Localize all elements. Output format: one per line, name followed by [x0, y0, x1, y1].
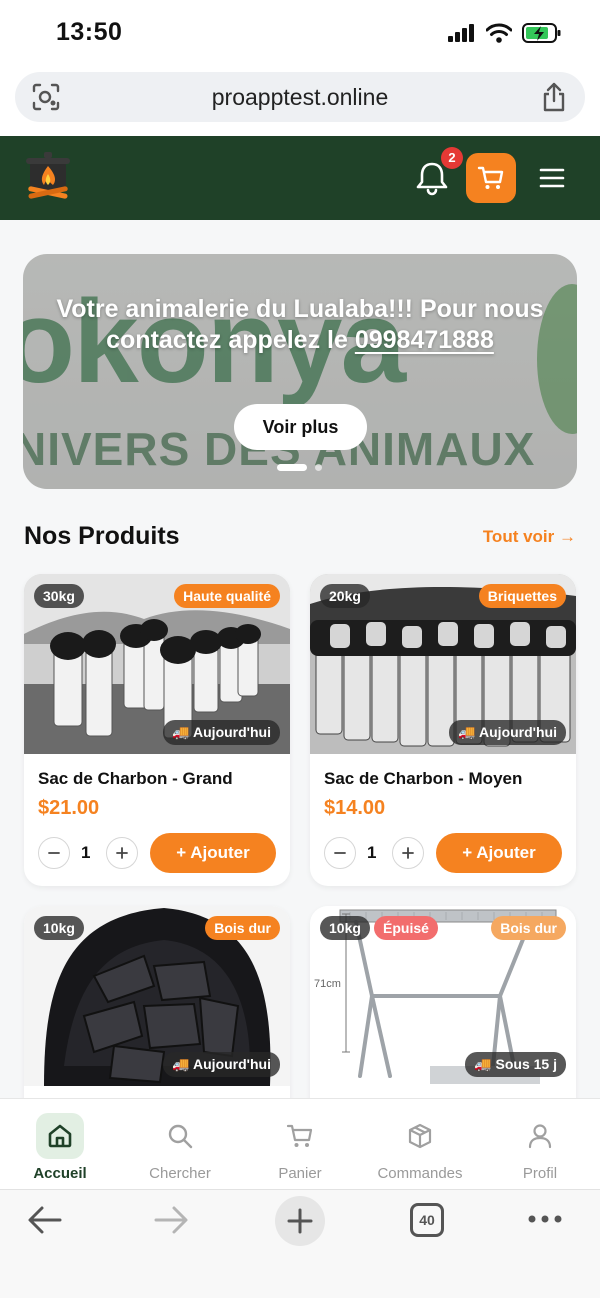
status-bar: 13:50: [0, 0, 600, 70]
status-icons: [448, 22, 562, 44]
product-image[interactable]: 10kg Épuisé Bois dur 🚚 Sous 15 j 71cm: [310, 906, 576, 1086]
signal-icon: [448, 24, 474, 42]
banner-overlay: [23, 254, 577, 489]
section-title: Nos Produits: [24, 522, 180, 550]
back-arrow-icon[interactable]: [26, 1204, 64, 1236]
browser-toolbar: 40: [0, 1189, 600, 1298]
tab-icon-container: [156, 1113, 204, 1159]
product-name[interactable]: Sac de Charbon - Grand: [38, 769, 233, 789]
delivery-badge: 🚚 Aujourd'hui: [163, 1052, 280, 1077]
delivery-badge: 🚚 Aujourd'hui: [163, 720, 280, 745]
tab-icon-container: [36, 1113, 84, 1159]
new-tab-button[interactable]: [275, 1196, 325, 1246]
product-price: $21.00: [38, 797, 100, 819]
quality-badge: Briquettes: [478, 584, 566, 608]
product-image[interactable]: 10kg Bois dur 🚚 Aujourd'hui: [24, 906, 290, 1086]
battery-icon: [522, 23, 561, 43]
product-price: $14.00: [324, 797, 386, 819]
quantity-value: 1: [81, 843, 91, 862]
wifi-icon: [486, 23, 512, 43]
product-card[interactable]: 20kg Briquettes 🚚 Aujourd'hui Sac de Cha…: [310, 574, 576, 886]
quality-badge: Haute qualité: [174, 584, 280, 608]
promo-banner[interactable]: okonya NIVERS DES ANIMAUX Votre animaler…: [23, 254, 577, 489]
tab-count-button[interactable]: 40: [410, 1203, 444, 1237]
minus-icon: [48, 852, 60, 854]
weight-badge: 10kg: [34, 916, 84, 940]
delivery-badge: 🚚 Aujourd'hui: [449, 720, 566, 745]
forward-arrow-icon[interactable]: [152, 1204, 190, 1236]
notification-badge: 2: [441, 147, 463, 169]
tab-icon-container: [276, 1113, 324, 1159]
product-card[interactable]: 30kg Haute qualité 🚚 Aujourd'hui Sac de …: [24, 574, 290, 886]
quantity-value: 1: [367, 843, 377, 862]
weight-badge: 30kg: [34, 584, 84, 608]
menu-icon[interactable]: [538, 164, 566, 192]
minus-icon: [334, 852, 346, 854]
carousel-dot-active[interactable]: [277, 464, 307, 471]
user-icon: [528, 1124, 552, 1149]
cart-icon: [286, 1124, 313, 1147]
tab-label: Panier: [278, 1165, 322, 1182]
header-cart-button[interactable]: [466, 153, 516, 203]
tab-icon-container: [516, 1113, 564, 1159]
tab-label: Chercher: [149, 1165, 211, 1182]
product-card[interactable]: 10kg Épuisé Bois dur 🚚 Sous 15 j 71cm: [310, 906, 576, 1098]
plus-icon: [116, 847, 128, 859]
product-image[interactable]: 30kg Haute qualité 🚚 Aujourd'hui: [24, 574, 290, 754]
product-image[interactable]: 20kg Briquettes 🚚 Aujourd'hui: [310, 574, 576, 754]
more-options-icon[interactable]: [527, 1214, 563, 1224]
home-icon: [48, 1124, 72, 1148]
carousel-dots[interactable]: [277, 464, 322, 471]
cart-icon: [477, 166, 504, 189]
tab-label: Accueil: [33, 1165, 87, 1182]
quality-badge: Bois dur: [205, 916, 280, 940]
see-more-button[interactable]: Voir plus: [234, 404, 367, 450]
product-card[interactable]: 10kg Bois dur 🚚 Aujourd'hui: [24, 906, 290, 1098]
bottom-tab-bar: Accueil Chercher Panier Commandes Profil: [0, 1098, 600, 1189]
plus-icon: [402, 847, 414, 859]
tab-icon-container: [396, 1113, 444, 1159]
url-bar[interactable]: proapptest.online: [15, 72, 585, 122]
main-content: okonya NIVERS DES ANIMAUX Votre animaler…: [0, 220, 600, 1098]
banner-phone-link[interactable]: 0998471888: [355, 326, 494, 354]
dimension-label: 71cm: [314, 978, 341, 990]
tab-cart[interactable]: Panier: [240, 1113, 360, 1182]
weight-badge: 20kg: [320, 584, 370, 608]
tab-profile[interactable]: Profil: [480, 1113, 600, 1182]
plus-icon: [287, 1208, 313, 1234]
out-of-stock-badge: Épuisé: [374, 916, 438, 940]
product-name[interactable]: Sac de Charbon - Moyen: [324, 769, 522, 789]
url-text[interactable]: proapptest.online: [15, 84, 585, 111]
tab-label: Profil: [522, 1165, 558, 1182]
package-icon: [408, 1123, 432, 1149]
quantity-increase-button[interactable]: [106, 837, 138, 869]
tab-label: Commandes: [377, 1165, 463, 1182]
tab-search[interactable]: Chercher: [120, 1113, 240, 1182]
search-icon: [168, 1124, 193, 1149]
status-time: 13:50: [56, 18, 123, 46]
quality-badge: Bois dur: [491, 916, 566, 940]
see-all-link[interactable]: Tout voir →: [483, 527, 576, 547]
banner-text: Votre animalerie du Lualaba!!! Pour nous…: [53, 294, 547, 356]
share-icon[interactable]: [541, 82, 567, 112]
quantity-decrease-button[interactable]: [38, 837, 70, 869]
add-to-cart-button[interactable]: + Ajouter: [150, 833, 276, 873]
weight-badge: 10kg: [320, 916, 370, 940]
carousel-dot[interactable]: [315, 464, 322, 471]
quantity-decrease-button[interactable]: [324, 837, 356, 869]
tab-orders[interactable]: Commandes: [360, 1113, 480, 1182]
quantity-increase-button[interactable]: [392, 837, 424, 869]
tab-home[interactable]: Accueil: [0, 1113, 120, 1182]
add-to-cart-button[interactable]: + Ajouter: [436, 833, 562, 873]
delivery-badge: 🚚 Sous 15 j: [465, 1052, 566, 1077]
app-header: [0, 136, 600, 220]
logo-icon[interactable]: [22, 150, 74, 204]
